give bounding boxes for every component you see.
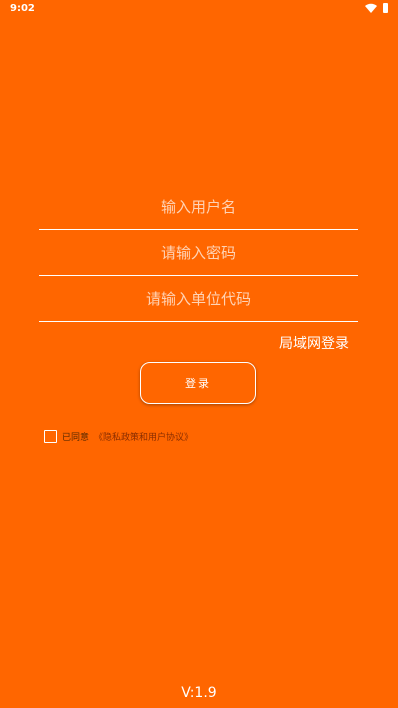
status-bar: 9:02	[0, 0, 398, 18]
password-input[interactable]	[39, 231, 358, 275]
version-label: V:1.9	[181, 685, 217, 701]
wifi-icon	[365, 3, 377, 13]
username-field-container	[39, 185, 358, 230]
password-field-container	[39, 231, 358, 276]
privacy-policy-link[interactable]: 《隐私政策和用户协议》	[94, 430, 193, 443]
unit-code-input[interactable]	[39, 277, 358, 321]
login-button[interactable]: 登录	[140, 362, 256, 404]
status-icons	[365, 3, 388, 13]
username-input[interactable]	[39, 185, 358, 229]
agree-checkbox[interactable]	[44, 430, 57, 443]
status-time: 9:02	[10, 3, 35, 14]
battery-icon	[383, 3, 388, 13]
agree-prefix-text: 已同意	[62, 433, 90, 443]
unit-code-field-container	[39, 277, 358, 322]
lan-login-link[interactable]: 局域网登录	[279, 333, 349, 353]
agreement-row: 已同意 《隐私政策和用户协议》	[44, 430, 193, 443]
